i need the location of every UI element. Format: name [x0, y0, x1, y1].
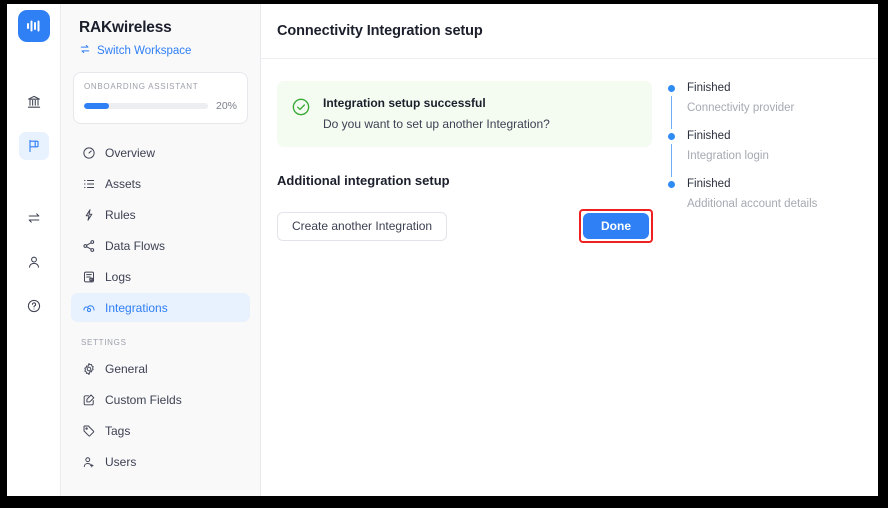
primary-nav: Overview Assets Rules Data Flows Logs In…: [71, 138, 250, 322]
main-header: Connectivity Integration setup: [261, 4, 878, 59]
sidebar-item-logs[interactable]: Logs: [71, 262, 250, 291]
step-item: Finished Integration login: [668, 129, 862, 177]
gear-icon: [81, 361, 96, 376]
list-icon: [81, 176, 96, 191]
icon-rail: [7, 4, 61, 496]
sidebar-item-label: Assets: [105, 176, 142, 191]
edit-square-icon: [81, 392, 96, 407]
step-item: Finished Additional account details: [668, 177, 862, 211]
settings-nav: General Custom Fields Tags Users: [71, 354, 250, 476]
step-label: Connectivity provider: [687, 102, 795, 114]
success-banner: Integration setup successful Do you want…: [277, 81, 652, 147]
progress-fill: [84, 103, 109, 109]
sidebar-item-label: General: [105, 361, 148, 376]
sidebar-item-label: Data Flows: [105, 238, 166, 253]
action-row: Create another Integration Done: [277, 209, 653, 243]
sidebar-item-integrations[interactable]: Integrations: [71, 293, 250, 322]
progress-track: [84, 103, 208, 109]
section-heading: Additional integration setup: [277, 173, 450, 188]
sidebar-item-label: Logs: [105, 269, 132, 284]
sidebar-item-label: Users: [105, 454, 137, 469]
sidebar-item-assets[interactable]: Assets: [71, 169, 250, 198]
step-status: Finished: [687, 178, 731, 190]
help-icon[interactable]: [19, 292, 49, 320]
step-connector: [671, 144, 672, 177]
workspace-sidebar: RAKwireless Switch Workspace ONBOARDING …: [61, 4, 261, 496]
step-connector: [671, 96, 672, 129]
onboarding-assistant-card[interactable]: ONBOARDING ASSISTANT 20%: [73, 72, 248, 124]
sidebar-item-label: Integrations: [105, 300, 168, 315]
switch-workspace-label: Switch Workspace: [97, 44, 192, 57]
success-heading: Integration setup successful: [323, 96, 486, 110]
create-another-integration-button[interactable]: Create another Integration: [277, 211, 448, 241]
done-button[interactable]: Done: [583, 213, 649, 239]
sidebar-item-tags[interactable]: Tags: [71, 416, 250, 445]
onboarding-progress: 20%: [84, 100, 237, 112]
success-text: Integration setup successful Do you want…: [323, 96, 550, 131]
step-label: Integration login: [687, 150, 769, 162]
switch-workspace-button[interactable]: Switch Workspace: [71, 37, 250, 58]
bolt-icon: [81, 207, 96, 222]
step-dot-icon: [668, 181, 675, 188]
switch-icon: [79, 43, 91, 58]
sidebar-item-label: Tags: [105, 423, 131, 438]
user-icon[interactable]: [19, 248, 49, 276]
app-window: RAKwireless Switch Workspace ONBOARDING …: [7, 4, 878, 496]
gauge-icon: [81, 145, 96, 160]
done-button-highlight: Done: [579, 209, 653, 243]
step-status: Finished: [687, 130, 731, 142]
sidebar-item-general[interactable]: General: [71, 354, 250, 383]
sidebar-item-label: Overview: [105, 145, 156, 160]
main-content: Connectivity Integration setup Integrati…: [261, 4, 878, 496]
page-title: Connectivity Integration setup: [277, 23, 483, 39]
cloud-icon: [81, 300, 96, 315]
sidebar-item-users[interactable]: Users: [71, 447, 250, 476]
step-dot-icon: [668, 133, 675, 140]
step-item: Finished Connectivity provider: [668, 81, 862, 129]
step-status: Finished: [687, 82, 731, 94]
sidebar-item-overview[interactable]: Overview: [71, 138, 250, 167]
workspace-name: RAKwireless: [79, 19, 172, 36]
logs-icon: [81, 269, 96, 284]
onboarding-title: ONBOARDING ASSISTANT: [84, 82, 199, 91]
share-icon: [81, 238, 96, 253]
transfer-icon[interactable]: [19, 204, 49, 232]
settings-section-label: SETTINGS: [81, 338, 127, 347]
app-logo[interactable]: [17, 10, 50, 42]
sidebar-item-rules[interactable]: Rules: [71, 200, 250, 229]
step-label: Additional account details: [687, 198, 818, 210]
step-dot-icon: [668, 85, 675, 92]
success-subtext: Do you want to set up another Integratio…: [323, 117, 550, 131]
step-tracker: Finished Connectivity provider Finished …: [652, 81, 862, 496]
sidebar-item-label: Rules: [105, 207, 136, 222]
sidebar-item-data-flows[interactable]: Data Flows: [71, 231, 250, 260]
flag-icon[interactable]: [18, 132, 49, 160]
check-circle-icon: [291, 97, 311, 117]
main-body: Integration setup successful Do you want…: [261, 59, 878, 496]
sidebar-item-label: Custom Fields: [105, 392, 182, 407]
content-column: Integration setup successful Do you want…: [277, 81, 653, 496]
tag-icon: [81, 423, 96, 438]
organization-icon[interactable]: [19, 88, 49, 116]
add-user-icon: [81, 454, 96, 469]
sidebar-item-custom-fields[interactable]: Custom Fields: [71, 385, 250, 414]
progress-percent: 20%: [215, 100, 237, 112]
